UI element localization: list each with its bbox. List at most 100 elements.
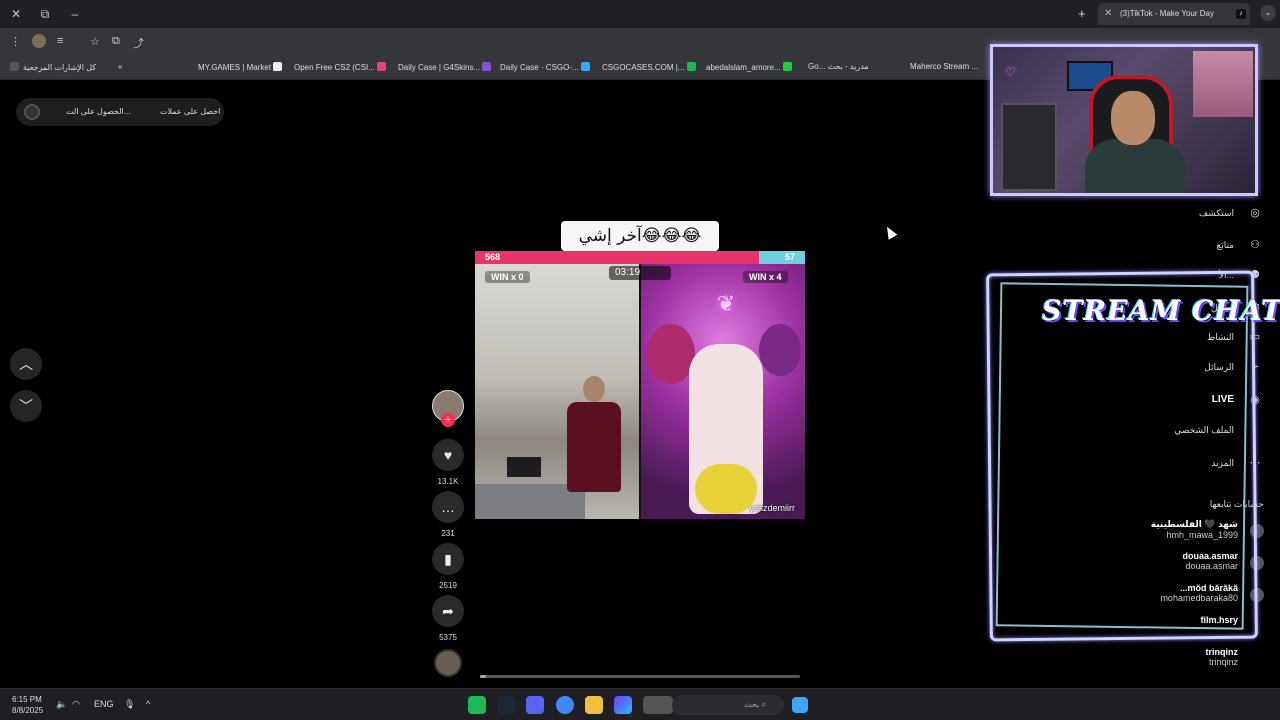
comment-action[interactable]: … 231 (432, 491, 464, 538)
comment-count: 231 (441, 529, 455, 538)
mouse-cursor-icon (882, 224, 898, 240)
save-count: 2519 (439, 581, 457, 590)
bookmark-item[interactable]: CSGOCASES.COM |... (602, 62, 700, 72)
taskbar-search-box[interactable]: بحث ⌕ (672, 695, 784, 715)
bookmark-item[interactable]: Daily Case | G4Skins... (398, 62, 495, 72)
language-indicator[interactable]: ENG (94, 699, 114, 709)
new-tab-button[interactable]: + (1078, 6, 1086, 21)
account-item[interactable]: trinqinz trinqinz (1206, 647, 1239, 667)
share-arrow-icon[interactable]: ➦ (432, 595, 464, 627)
close-window-icon[interactable]: ✕ (8, 6, 24, 22)
browser-tab-strip: ✕ ⧉ – + ✕ (3)TikTok - Make Your Day ♪ ⌄ (0, 0, 1280, 28)
reading-list-icon[interactable]: ≡ (57, 35, 63, 47)
battle-timer: 03:19 (609, 266, 671, 280)
minimize-window-icon[interactable]: – (67, 6, 83, 22)
all-bookmarks-link[interactable]: كل الإشارات المرجعية (10, 62, 96, 72)
teddy-bear (647, 324, 695, 384)
windows-taskbar: 6:15 PM 8/8/2025 🔈 ◠ ENG 🎙 ^ بحث ⌕ (0, 688, 1280, 720)
bookmark-item[interactable]: Open Free CS2 (CSI... (294, 62, 390, 72)
network-icon[interactable]: ◠ (72, 699, 80, 710)
bookmark-icon[interactable]: ▮ (432, 543, 464, 575)
user-plus-icon[interactable]: ⚇ (1248, 238, 1262, 252)
heart-icon[interactable]: ♥ (432, 439, 464, 471)
share-icon[interactable]: ⤴ (133, 35, 144, 51)
streamer-webcam: ♡ (990, 44, 1258, 196)
extensions-icon[interactable]: ⧉ (112, 35, 120, 48)
discord-icon[interactable] (526, 696, 544, 714)
previous-video-button[interactable]: ︿ (10, 348, 42, 380)
like-action[interactable]: ♥ 13.1K (432, 439, 464, 486)
video-caption: آخر إشي😂😂😂 (561, 221, 719, 251)
app-icon (24, 104, 40, 120)
get-app-banner[interactable]: الحصول على الت... احصل على عملات (16, 98, 224, 126)
taskbar-app-icon[interactable] (643, 696, 673, 714)
taskbar-app-icon[interactable] (468, 696, 486, 714)
favicon-icon (686, 62, 696, 71)
video-left-panel (475, 264, 639, 519)
neon-sign-icon: ♡ (1005, 65, 1016, 79)
bookmark-star-icon[interactable]: ☆ (90, 35, 100, 48)
stream-chat-frame-inner (995, 282, 1249, 630)
battle-score-bar: 568 57 (475, 251, 805, 264)
favicon-icon (580, 62, 590, 71)
tab-search-icon[interactable]: ⌄ (1260, 5, 1276, 21)
like-count: 13.1K (437, 477, 459, 486)
menu-icon[interactable]: ⋮ (10, 35, 21, 48)
stream-chat-title: STREAM CHAT (1042, 296, 1280, 327)
shelf (1001, 103, 1057, 191)
score-left: 568 (485, 252, 501, 262)
windows-start-icon[interactable] (792, 697, 808, 713)
teddy-bear (759, 324, 801, 376)
microphone-icon[interactable]: 🎙 (124, 699, 135, 710)
win-right-badge: WIN x 4 (743, 271, 788, 283)
get-coins-link[interactable]: احصل على عملات (160, 107, 220, 116)
favicon-icon (273, 62, 283, 71)
music-disc-icon[interactable] (434, 649, 462, 677)
share-count: 5375 (439, 633, 457, 642)
compass-icon[interactable]: ◎ (1248, 206, 1262, 220)
restore-window-icon[interactable]: ⧉ (37, 6, 53, 22)
bookmark-item[interactable]: MY.GAMES | Market (198, 62, 286, 72)
get-app-link[interactable]: الحصول على الت... (66, 107, 130, 116)
streamer-person (563, 376, 623, 519)
opponent-handle[interactable]: yelizdemiirr (749, 503, 795, 513)
favicon-icon (482, 62, 492, 71)
save-action[interactable]: ▮ 2519 (432, 543, 464, 590)
favicon-icon (377, 62, 387, 71)
video-progress-bar[interactable] (480, 675, 800, 678)
steam-icon[interactable] (497, 696, 515, 714)
bookmark-item[interactable]: abedalslam_amore... (706, 62, 796, 72)
video-player[interactable]: 568 57 ❦ 03:19 WIN x 0 WIN x 4 yelizdemi… (475, 251, 805, 519)
video-right-panel: ❦ (641, 264, 805, 519)
chrome-icon[interactable] (556, 696, 574, 714)
follow-plus-icon[interactable]: + (441, 413, 455, 427)
bookmark-item[interactable]: Maherco Stream ... (910, 62, 978, 71)
bookmarks-overflow-icon[interactable]: « (118, 62, 122, 71)
tiktok-favicon-icon: ♪ (1236, 9, 1246, 19)
score-right: 57 (784, 252, 795, 262)
profile-avatar[interactable] (32, 34, 46, 48)
favicon-icon (782, 62, 792, 71)
next-video-button[interactable]: ﹀ (10, 390, 42, 422)
folder-icon (10, 62, 19, 71)
tab-tiktok[interactable]: ✕ (3)TikTok - Make Your Day ♪ (1098, 3, 1250, 25)
chevron-up-icon[interactable]: ^ (146, 699, 150, 709)
streamer-face (1111, 91, 1155, 145)
volume-icon[interactable]: 🔈 (56, 699, 67, 710)
chevron-up-icon: ︿ (19, 356, 33, 372)
nav-following[interactable]: متابَع (1216, 240, 1234, 251)
close-tab-icon[interactable]: ✕ (1104, 3, 1112, 25)
bookmark-item[interactable]: Go... مدريد - بحث (808, 62, 869, 71)
search-icon: ⌕ (761, 700, 766, 709)
bookmark-item[interactable]: Daily Case · CSGO-... (500, 62, 594, 72)
copilot-icon[interactable] (614, 696, 632, 714)
file-explorer-icon[interactable] (585, 696, 603, 714)
butterfly-neon-icon: ❦ (716, 291, 736, 316)
comment-icon[interactable]: … (432, 491, 464, 523)
share-action[interactable]: ➦ 5375 (432, 595, 464, 642)
win-left-badge: WIN x 0 (485, 271, 530, 283)
nav-explore[interactable]: استكشف (1199, 208, 1234, 219)
taskbar-clock[interactable]: 6:15 PM 8/8/2025 (12, 694, 43, 716)
television (507, 457, 541, 477)
gaming-chair (689, 344, 763, 514)
